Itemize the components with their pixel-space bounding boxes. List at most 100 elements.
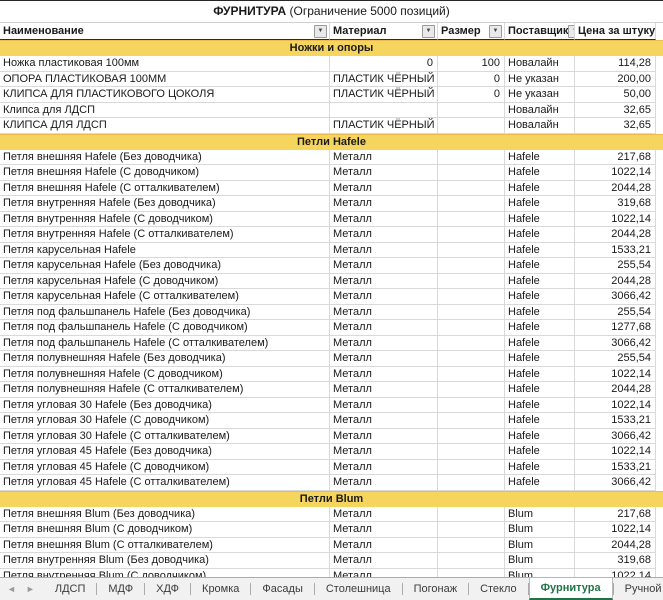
cell-supplier[interactable]: Hafele	[505, 444, 575, 460]
cell-price[interactable]: 319,68	[575, 553, 656, 569]
cell-price[interactable]: 1022,14	[575, 165, 656, 181]
sheet-tab[interactable]: Стекло	[469, 578, 528, 600]
cell-name[interactable]: КЛИПСА ДЛЯ ПЛАСТИКОВОГО ЦОКОЛЯ	[0, 87, 330, 103]
cell-material[interactable]: Металл	[330, 212, 438, 228]
cell-supplier[interactable]: Hafele	[505, 196, 575, 212]
column-header-material[interactable]: Материал ▼	[330, 23, 438, 40]
cell-name[interactable]: Петля угловая 30 Hafele (Без доводчика)	[0, 398, 330, 414]
cell-name[interactable]: Петля карусельная Hafele	[0, 243, 330, 259]
cell-name[interactable]: Петля угловая 45 Hafele (С доводчиком)	[0, 460, 330, 476]
filter-button[interactable]: ▼	[422, 25, 435, 38]
cell-name[interactable]: Петля внутренняя Hafele (Без доводчика)	[0, 196, 330, 212]
cell-size[interactable]	[438, 444, 505, 460]
cell-name[interactable]: Петля полувнешняя Hafele (Без доводчика)	[0, 351, 330, 367]
column-header-price[interactable]: Цена за штуку ▼	[575, 23, 656, 40]
cell-name[interactable]: Петля внешняя Blum (Без доводчика)	[0, 507, 330, 523]
cell-material[interactable]: Металл	[330, 538, 438, 554]
cell-name[interactable]: Петля полувнешняя Hafele (С отталкивател…	[0, 382, 330, 398]
cell-name[interactable]: Петля внешняя Hafele (С доводчиком)	[0, 165, 330, 181]
cell-size[interactable]	[438, 475, 505, 491]
cell-name[interactable]: Петля внешняя Blum (С отталкивателем)	[0, 538, 330, 554]
cell-material[interactable]: Металл	[330, 367, 438, 383]
section-header-row[interactable]: Петли Blum	[0, 491, 663, 507]
cell-supplier[interactable]: Hafele	[505, 227, 575, 243]
cell-material[interactable]	[330, 103, 438, 119]
cell-size[interactable]	[438, 538, 505, 554]
sheet-tab[interactable]: Фасады	[251, 578, 313, 600]
column-header-size[interactable]: Размер ▼	[438, 23, 505, 40]
cell-supplier[interactable]: Hafele	[505, 289, 575, 305]
column-header-name[interactable]: Наименование ▼	[0, 23, 330, 40]
cell-material[interactable]: Металл	[330, 351, 438, 367]
cell-size[interactable]	[438, 274, 505, 290]
cell-size[interactable]	[438, 103, 505, 119]
cell-supplier[interactable]: Blum	[505, 522, 575, 538]
cell-name[interactable]: Петля под фальшпанель Hafele (Без доводч…	[0, 305, 330, 321]
cell-name[interactable]: Петля внутренняя Hafele (С доводчиком)	[0, 212, 330, 228]
cell-supplier[interactable]: Hafele	[505, 305, 575, 321]
cell-material[interactable]: 0	[330, 56, 438, 72]
cell-material[interactable]: Металл	[330, 382, 438, 398]
cell-supplier[interactable]: Blum	[505, 538, 575, 554]
cell-material[interactable]: Металл	[330, 413, 438, 429]
cell-material[interactable]: ПЛАСТИК ЧЁРНЫЙ	[330, 118, 438, 134]
section-header-row[interactable]: Ножки и опоры	[0, 40, 663, 56]
filter-button[interactable]: ▼	[568, 25, 575, 38]
cell-name[interactable]: ОПОРА ПЛАСТИКОВАЯ 100ММ	[0, 72, 330, 88]
cell-supplier[interactable]: Не указан	[505, 87, 575, 103]
cell-material[interactable]: Металл	[330, 165, 438, 181]
cell-price[interactable]: 3066,42	[575, 429, 656, 445]
cell-supplier[interactable]: Hafele	[505, 382, 575, 398]
cell-price[interactable]: 1533,21	[575, 413, 656, 429]
cell-name[interactable]: Петля полувнешняя Hafele (С доводчиком)	[0, 367, 330, 383]
cell-price[interactable]: 3066,42	[575, 336, 656, 352]
cell-material[interactable]: Металл	[330, 429, 438, 445]
cell-price[interactable]: 319,68	[575, 196, 656, 212]
cell-size[interactable]: 0	[438, 87, 505, 103]
cell-size[interactable]	[438, 413, 505, 429]
cell-price[interactable]: 255,54	[575, 351, 656, 367]
filter-button[interactable]: ▼	[314, 25, 327, 38]
cell-size[interactable]	[438, 181, 505, 197]
cell-price[interactable]: 2044,28	[575, 382, 656, 398]
cell-name[interactable]: Петля внутренняя Blum (Без доводчика)	[0, 553, 330, 569]
cell-size[interactable]	[438, 460, 505, 476]
cell-material[interactable]: Металл	[330, 522, 438, 538]
cell-size[interactable]	[438, 165, 505, 181]
cell-material[interactable]: Металл	[330, 305, 438, 321]
cell-size[interactable]	[438, 351, 505, 367]
cell-size[interactable]	[438, 320, 505, 336]
cell-size[interactable]: 0	[438, 72, 505, 88]
cell-supplier[interactable]: Hafele	[505, 274, 575, 290]
cell-name[interactable]: Петля угловая 45 Hafele (С отталкивателе…	[0, 475, 330, 491]
cell-size[interactable]	[438, 429, 505, 445]
cell-price[interactable]: 217,68	[575, 507, 656, 523]
cell-supplier[interactable]: Новалайн	[505, 56, 575, 72]
cell-supplier[interactable]: Новалайн	[505, 118, 575, 134]
cell-name[interactable]: Петля под фальшпанель Hafele (С отталкив…	[0, 336, 330, 352]
cell-price[interactable]: 255,54	[575, 258, 656, 274]
cell-price[interactable]: 2044,28	[575, 227, 656, 243]
cell-price[interactable]: 3066,42	[575, 475, 656, 491]
cell-price[interactable]: 2044,28	[575, 274, 656, 290]
cell-material[interactable]: Металл	[330, 553, 438, 569]
cell-material[interactable]: Металл	[330, 460, 438, 476]
cell-size[interactable]	[438, 258, 505, 274]
cell-supplier[interactable]: Hafele	[505, 413, 575, 429]
cell-supplier[interactable]: Hafele	[505, 351, 575, 367]
cell-price[interactable]: 200,00	[575, 72, 656, 88]
cell-size[interactable]	[438, 305, 505, 321]
sheet-tab[interactable]: ХДФ	[145, 578, 190, 600]
filter-button[interactable]: ▼	[489, 25, 502, 38]
cell-material[interactable]: ПЛАСТИК ЧЁРНЫЙ	[330, 72, 438, 88]
cell-supplier[interactable]: Hafele	[505, 336, 575, 352]
cell-price[interactable]: 217,68	[575, 150, 656, 166]
cell-price[interactable]: 1022,14	[575, 367, 656, 383]
sheet-tab[interactable]: Ручной	[614, 578, 663, 600]
sheet-tab[interactable]: Столешница	[315, 578, 402, 600]
cell-supplier[interactable]: Hafele	[505, 150, 575, 166]
cell-name[interactable]: Петля внешняя Hafele (Без доводчика)	[0, 150, 330, 166]
cell-material[interactable]: Металл	[330, 181, 438, 197]
cell-price[interactable]: 1022,14	[575, 398, 656, 414]
cell-price[interactable]: 2044,28	[575, 181, 656, 197]
